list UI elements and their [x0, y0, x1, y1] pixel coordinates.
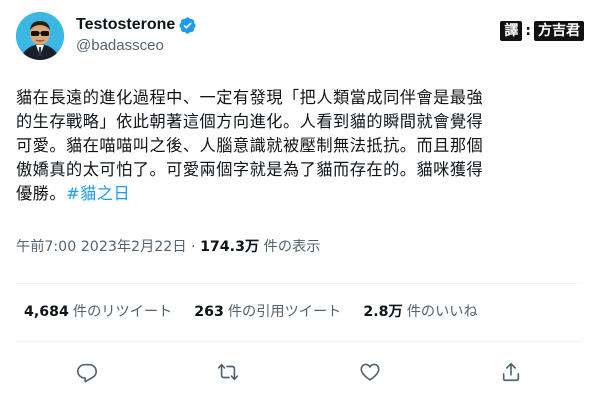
retweet-button[interactable] [210, 354, 246, 390]
quotes-label: 件の引用ツイート [227, 304, 342, 320]
action-bar [16, 354, 582, 390]
tweet-text-line: 貓在長遠的進化過程中、一定有發現「把人類當成同伴會是最強 [16, 88, 484, 107]
retweet-icon [218, 363, 239, 381]
retweets-count: 4,684 [24, 304, 69, 320]
tweet-meta: 午前7:00 2023年2月22日 · 174.3万 件の表示 [16, 237, 320, 257]
tweet-text-line: 傲嬌真的太可怕了。可愛兩個字就是為了貓而存在的。貓咪獲得 [16, 160, 484, 179]
avatar-image [16, 12, 64, 60]
reply-button[interactable] [69, 354, 105, 390]
reply-icon [76, 363, 97, 383]
likes-stat[interactable]: 2.8万 件のいいね [363, 302, 477, 322]
like-button[interactable] [352, 354, 388, 390]
divider [16, 283, 582, 284]
author-name-row: Testosterone [76, 15, 197, 35]
views-label: 件の表示 [263, 239, 321, 255]
tweet-date[interactable]: 2023年2月22日 [81, 239, 187, 255]
tweet-time[interactable]: 午前7:00 [16, 239, 76, 255]
likes-count: 2.8万 [363, 304, 403, 320]
tweet-text-line: 優勝。#貓之日 [16, 182, 590, 206]
meta-separator: · [191, 239, 196, 255]
retweets-label: 件のリツイート [72, 304, 173, 320]
tweet-text-line: 可愛。貓在喵喵叫之後、人腦意識就被壓制無法抵抗。而且那個 [16, 136, 484, 155]
display-name[interactable]: Testosterone [76, 15, 175, 35]
tweet-text: 貓在長遠的進化過程中、一定有發現「把人類當成同伴會是最強 的生存戰略」依此朝著這個… [16, 86, 590, 206]
quotes-stat[interactable]: 263 件の引用ツイート [194, 302, 341, 322]
verified-badge-icon [178, 16, 197, 35]
divider [16, 341, 582, 342]
tweet-text-line-tail: 優勝。 [16, 184, 67, 203]
share-button[interactable] [493, 354, 529, 390]
views-count: 174.3万 [200, 239, 260, 255]
tweet-card: Testosterone @badassceo 譯 : 方吉君 貓在長遠的進化過… [0, 0, 598, 402]
translator-name: 方吉君 [534, 21, 584, 41]
retweets-stat[interactable]: 4,684 件のリツイート [24, 302, 172, 322]
avatar[interactable] [16, 12, 64, 60]
engagement-stats: 4,684 件のリツイート 263 件の引用ツイート 2.8万 件のいいね [24, 302, 500, 322]
hashtag-link[interactable]: #貓之日 [66, 184, 130, 203]
likes-label: 件のいいね [406, 304, 478, 320]
user-handle[interactable]: @badassceo [76, 36, 164, 56]
translator-credit: 譯 : 方吉君 [500, 21, 584, 41]
translator-label: 譯 [500, 21, 523, 41]
tweet-text-line: 的生存戰略」依此朝著這個方向進化。人看到貓的瞬間就會覺得 [16, 112, 484, 131]
share-icon [503, 362, 520, 382]
translator-separator: : [525, 23, 531, 39]
heart-icon [360, 363, 380, 381]
quotes-count: 263 [194, 304, 224, 320]
